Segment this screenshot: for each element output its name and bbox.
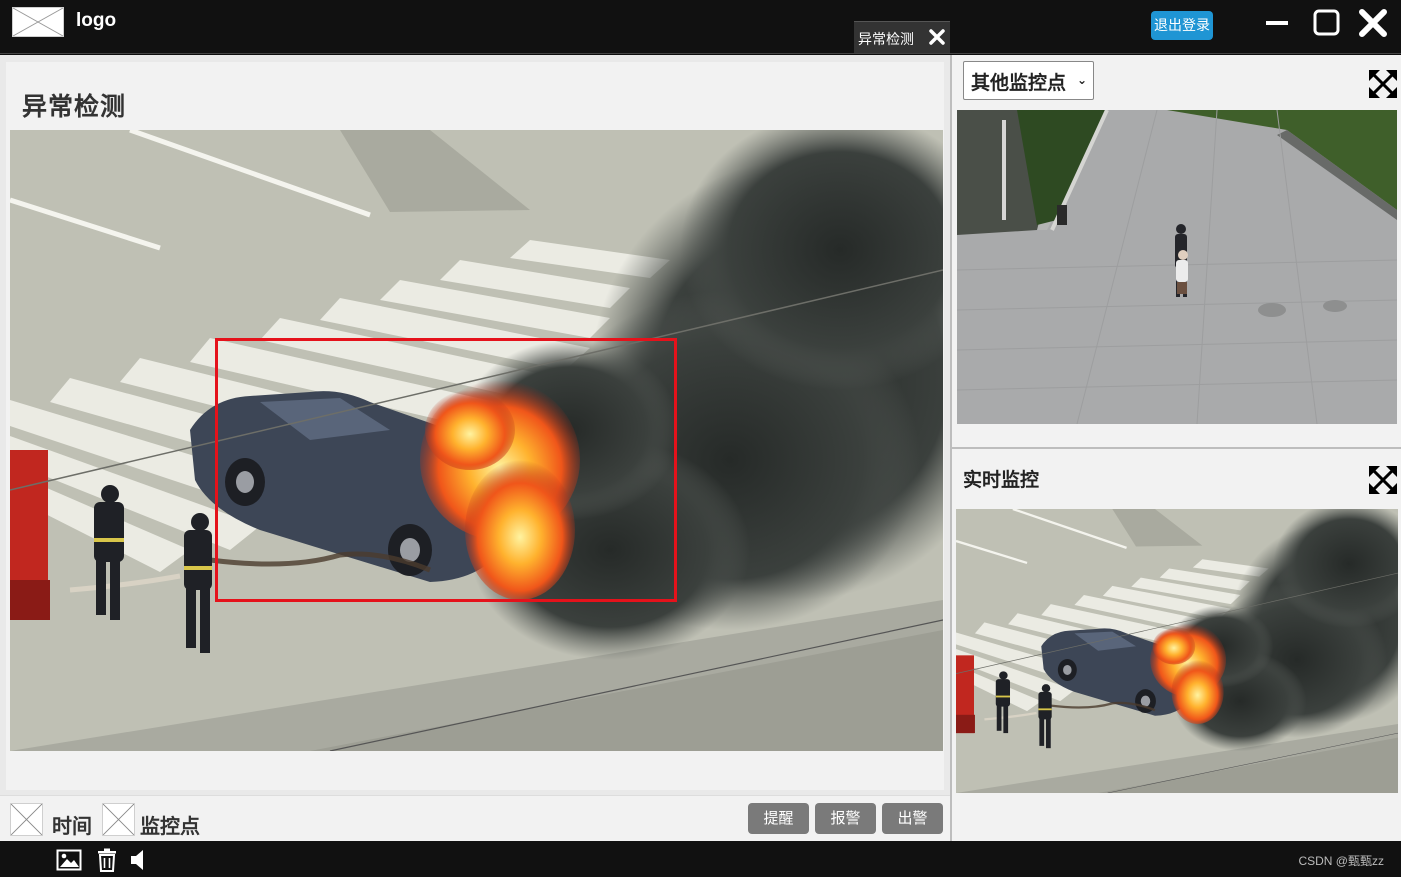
divider	[952, 447, 1401, 449]
logout-button[interactable]: 退出登录	[1151, 11, 1213, 40]
monitor-point-label: 监控点	[140, 814, 200, 838]
trash-icon[interactable]	[94, 847, 120, 873]
monitor-sidebar: 其他监控点 ⌄ 实时监控	[950, 55, 1401, 841]
maximize-icon[interactable]	[1311, 8, 1341, 38]
realtime-title: 实时监控	[963, 469, 1040, 491]
logo-text: logo	[76, 10, 117, 31]
monitor-point-image-placeholder-icon	[102, 803, 135, 836]
remind-button[interactable]: 提醒	[748, 803, 809, 834]
close-icon[interactable]	[1358, 8, 1388, 38]
expand-icon[interactable]	[1368, 69, 1398, 99]
dispatch-button[interactable]: 出警	[882, 803, 943, 834]
image-icon[interactable]	[56, 847, 82, 873]
realtime-camera-feed[interactable]	[956, 509, 1398, 793]
monitor-point-select[interactable]: 其他监控点 ⌄	[963, 61, 1094, 100]
title-bar: logo 异常检测 退出登录	[0, 0, 1401, 54]
page-title: 异常检测	[22, 92, 127, 121]
other-camera-feed[interactable]	[957, 110, 1397, 424]
logo-placeholder-icon	[12, 7, 64, 37]
fire-scene-thumbnail	[956, 509, 1398, 793]
chevron-down-icon: ⌄	[1076, 73, 1087, 87]
detection-info-bar: 时间 监控点 提醒 报警 出警	[0, 795, 950, 841]
time-image-placeholder-icon	[10, 803, 43, 836]
walkway-scene-image	[957, 110, 1397, 424]
tab-label: 异常检测	[858, 32, 914, 48]
credit-text: CSDN @甄甄zz	[1298, 854, 1384, 868]
status-bar: CSDN @甄甄zz	[0, 841, 1401, 877]
tab-anomaly-detection[interactable]: 异常检测	[854, 21, 950, 53]
tab-close-icon[interactable]	[928, 28, 946, 46]
speaker-icon[interactable]	[128, 847, 154, 873]
select-value: 其他监控点	[971, 72, 1067, 94]
alarm-button[interactable]: 报警	[815, 803, 876, 834]
time-label: 时间	[52, 814, 92, 838]
expand-icon[interactable]	[1368, 465, 1398, 495]
anomaly-bounding-box	[215, 338, 677, 602]
minimize-icon[interactable]	[1263, 8, 1293, 38]
